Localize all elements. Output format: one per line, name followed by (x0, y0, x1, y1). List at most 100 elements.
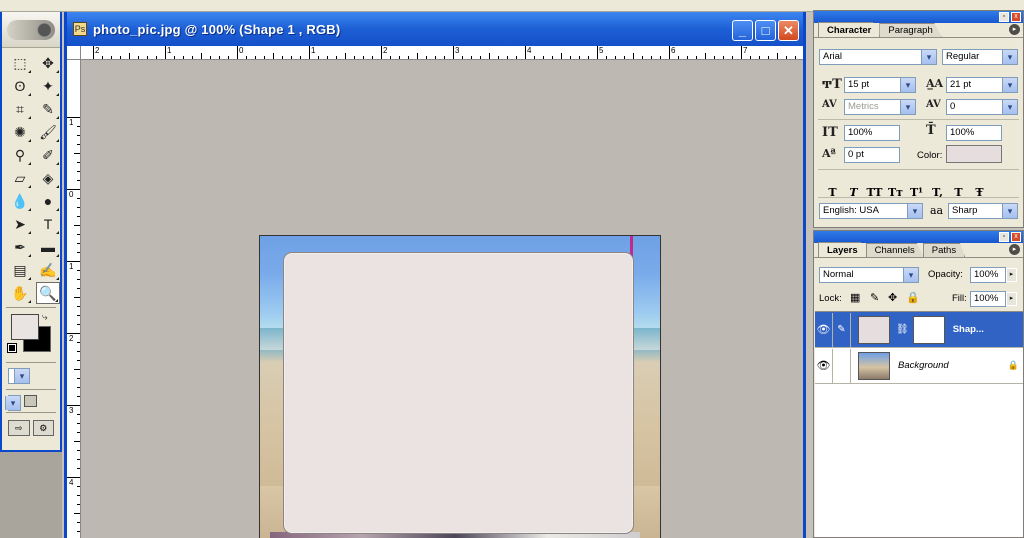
default-colors-icon[interactable] (7, 343, 17, 353)
history-brush-icon[interactable]: ✐ (36, 144, 60, 166)
font-style-button-3[interactable]: Tт (885, 185, 906, 201)
font-style-button-4[interactable]: T¹ (906, 185, 927, 201)
photoshop-feather-icon[interactable] (7, 19, 55, 40)
zoom-icon[interactable]: 🔍 (36, 282, 60, 304)
font-style-button-5[interactable]: T, (927, 185, 948, 201)
tab-paragraph[interactable]: Paragraph (879, 23, 942, 37)
standard-mode-button[interactable] (8, 368, 30, 384)
marquee-icon[interactable]: ⬚ (8, 52, 32, 74)
text-color-swatch[interactable] (946, 145, 1002, 163)
toolbox-header[interactable] (2, 12, 60, 48)
panel-menu-icon[interactable]: ▸ (1009, 244, 1020, 255)
tab-paths[interactable]: Paths (922, 243, 966, 257)
move-icon[interactable]: ✥ (36, 52, 60, 74)
imageready-icon[interactable]: ⚙ (32, 420, 54, 436)
panel-minimize-button[interactable]: ▫ (999, 232, 1009, 242)
canvas-area[interactable] (82, 61, 803, 538)
layer-name[interactable]: Shap... (953, 324, 984, 335)
layers-panel-titlebar[interactable]: ▫ x (814, 231, 1023, 243)
blur-icon[interactable]: 💧 (8, 190, 32, 212)
paint-bucket-icon[interactable]: ◈ (36, 167, 60, 189)
minimize-button[interactable]: _ (732, 20, 753, 41)
leading-select[interactable]: 21 pt (946, 77, 1018, 93)
ruler-tick (543, 56, 544, 59)
crop-icon[interactable]: ⌗ (8, 98, 32, 120)
panel-close-button[interactable]: x (1011, 232, 1021, 242)
layer-name[interactable]: Background (898, 360, 949, 371)
panel-close-button[interactable]: x (1011, 12, 1021, 22)
panel-minimize-button[interactable]: ▫ (999, 12, 1009, 22)
blend-mode-select[interactable]: Normal (819, 267, 919, 283)
layer-row-background[interactable]: 👁 Background 🔒 (815, 348, 1023, 384)
tracking-select[interactable]: 0 (946, 99, 1018, 115)
layer-link-empty[interactable] (833, 348, 851, 383)
font-style-button-0[interactable]: T (822, 185, 843, 201)
tab-layers[interactable]: Layers (818, 242, 867, 257)
visibility-eye-icon[interactable]: 👁 (815, 312, 833, 347)
fill-field[interactable]: 100% (970, 291, 1006, 307)
lock-all-icon[interactable]: 🔒 (906, 291, 920, 304)
font-style-select[interactable]: Regular (942, 49, 1018, 65)
opacity-slider-button[interactable]: ▸ (1006, 268, 1017, 282)
layer-link-brush-icon[interactable]: ✎ (833, 312, 851, 347)
full-screen-button[interactable] (24, 395, 37, 407)
maximize-button[interactable]: □ (755, 20, 776, 41)
ruler-tick (714, 56, 715, 59)
fill-slider-button[interactable]: ▸ (1006, 292, 1017, 306)
font-size-select[interactable]: 15 pt (844, 77, 916, 93)
layer-row-shape[interactable]: 👁 ✎ ⛓ Shap... (815, 312, 1023, 348)
ruler-label: 2 (69, 334, 74, 343)
opacity-field[interactable]: 100% (970, 267, 1006, 283)
font-style-buttons: T T TT Tт T¹ T, T Ŧ (822, 185, 990, 201)
hand-icon[interactable]: ✋ (8, 282, 32, 304)
horizontal-scale-field[interactable]: 100% (946, 125, 1002, 141)
slice-icon[interactable]: ✎ (36, 98, 60, 120)
visibility-eye-icon[interactable]: 👁 (815, 348, 833, 383)
healing-brush-icon[interactable]: ✺ (8, 121, 32, 143)
tab-character[interactable]: Character (818, 22, 881, 37)
photo-image[interactable] (259, 235, 661, 538)
pen-icon[interactable]: ✒ (8, 236, 32, 258)
notes-icon[interactable]: ▤ (8, 259, 32, 281)
rounded-rectangle-shape[interactable] (283, 252, 634, 534)
close-button[interactable]: ✕ (778, 20, 799, 41)
font-style-button-7[interactable]: Ŧ (969, 185, 990, 201)
font-family-select[interactable]: Arial (819, 49, 937, 65)
magic-wand-icon[interactable]: ✦ (36, 75, 60, 97)
vertical-ruler[interactable]: 1 0 1 2 3 4 (67, 60, 81, 538)
ruler-tick (651, 56, 652, 59)
vertical-scale-field[interactable]: 100% (844, 125, 900, 141)
panel-menu-icon[interactable]: ▸ (1009, 24, 1020, 35)
ruler-label: 5 (599, 46, 604, 55)
kerning-select[interactable]: Metrics (844, 99, 916, 115)
character-panel-titlebar[interactable]: ▫ x (814, 11, 1023, 23)
eyedropper-icon[interactable]: ✍ (36, 259, 60, 281)
lasso-icon[interactable]: ʘ (8, 75, 32, 97)
ruler-tick (102, 56, 103, 59)
standard-screen-button[interactable] (5, 395, 21, 411)
document-titlebar[interactable]: Ps photo_pic.jpg @ 100% (Shape 1 , RGB) … (67, 12, 803, 46)
lock-transparency-icon[interactable]: ▦ (850, 291, 860, 304)
dodge-icon[interactable]: ● (36, 190, 60, 212)
lock-pixels-icon[interactable]: ✎ (870, 291, 879, 304)
lock-position-icon[interactable]: ✥ (888, 291, 897, 304)
horizontal-ruler[interactable]: 2 1 0 1 2 3 4 5 6 7 (67, 46, 803, 60)
language-select[interactable]: English: USA (819, 203, 923, 219)
swap-colors-icon[interactable]: ⤷ (42, 312, 48, 323)
type-icon[interactable]: T (36, 213, 60, 235)
jump-to-imageready-button[interactable]: ⇨ (8, 420, 30, 436)
eraser-icon[interactable]: ▱ (8, 167, 32, 189)
tab-channels[interactable]: Channels (865, 243, 924, 257)
shape-icon[interactable]: ▬ (36, 236, 60, 258)
path-selection-icon[interactable]: ➤ (8, 213, 32, 235)
clone-stamp-icon[interactable]: ⚲ (8, 144, 32, 166)
font-style-button-1[interactable]: T (843, 185, 864, 201)
font-style-button-2[interactable]: TT (864, 185, 885, 201)
foreground-color-swatch[interactable] (11, 314, 39, 340)
baseline-shift-field[interactable]: 0 pt (844, 147, 900, 163)
brush-icon[interactable]: 🖌 (36, 121, 60, 143)
document-icon[interactable]: Ps (73, 22, 87, 36)
font-style-button-6[interactable]: T (948, 185, 969, 201)
ruler-origin[interactable] (67, 46, 81, 60)
antialias-select[interactable]: Sharp (948, 203, 1018, 219)
